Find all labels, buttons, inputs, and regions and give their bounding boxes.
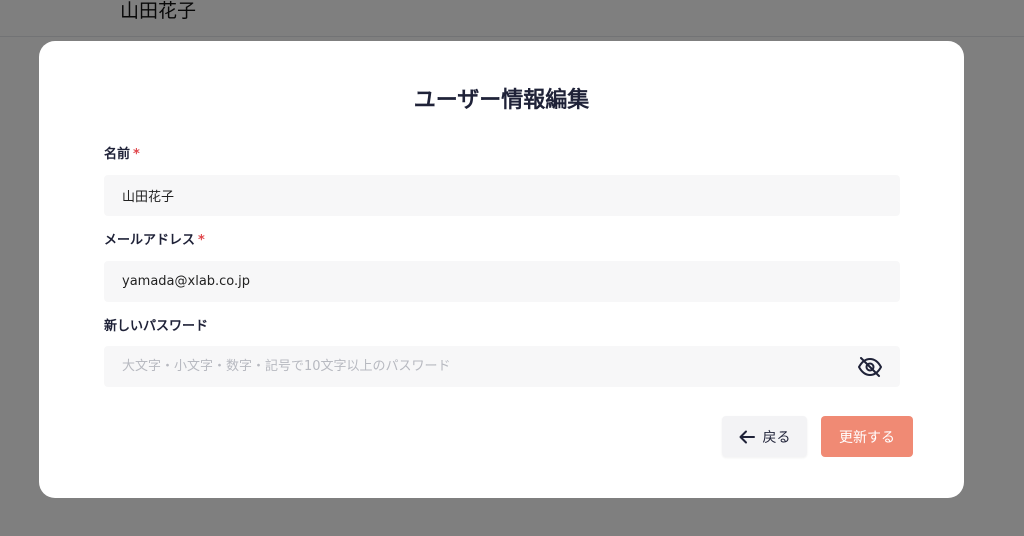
name-input[interactable] bbox=[104, 175, 900, 216]
password-label: 新しいパスワード bbox=[104, 319, 208, 335]
page: 山田花子 ユーザー情報編集 名前* メールアドレス* 新しいパスワード bbox=[0, 0, 1024, 536]
update-button[interactable]: 更新する bbox=[821, 416, 913, 457]
arrow-left-icon bbox=[739, 430, 755, 444]
password-input[interactable] bbox=[104, 346, 900, 387]
email-label-text: メールアドレス bbox=[104, 233, 196, 248]
edit-user-modal: ユーザー情報編集 名前* メールアドレス* 新しいパスワード bbox=[39, 41, 964, 498]
update-button-label: 更新する bbox=[839, 429, 895, 446]
eye-off-icon[interactable] bbox=[857, 355, 883, 379]
modal-title: ユーザー情報編集 bbox=[413, 88, 590, 113]
back-button[interactable]: 戻る bbox=[722, 416, 807, 457]
password-label-text: 新しいパスワード bbox=[104, 319, 209, 334]
required-mark: * bbox=[198, 233, 205, 248]
email-label: メールアドレス * bbox=[104, 233, 205, 249]
email-input[interactable] bbox=[104, 261, 900, 302]
required-mark: * bbox=[133, 147, 140, 162]
name-label: 名前 * bbox=[104, 147, 140, 163]
back-button-label: 戻る bbox=[762, 429, 791, 446]
name-label-text: 名前 bbox=[104, 147, 131, 162]
